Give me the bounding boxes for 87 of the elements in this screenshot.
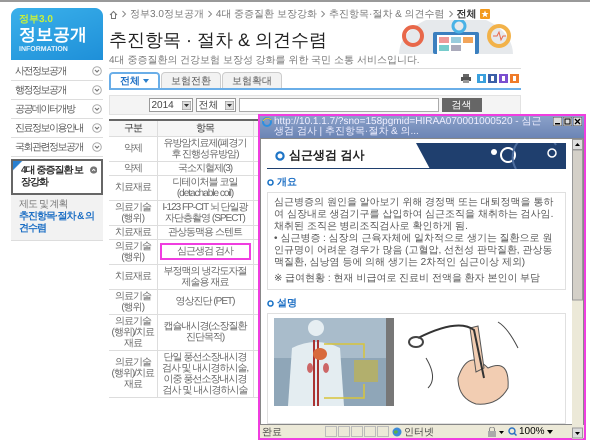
status-bar-pane <box>377 426 389 437</box>
sidebar-item[interactable]: 행정정보공개 <box>11 81 103 100</box>
table-cell: 의료기술(행위)/치료재료 <box>111 316 154 348</box>
star-icon[interactable] <box>480 9 490 19</box>
table-cell[interactable]: 심근생검 검사 <box>160 243 250 260</box>
sidebar-item[interactable]: 진료정보이용안내 <box>11 119 103 138</box>
security-zone-label: 인터넷 <box>404 426 434 438</box>
status-text: 완료 <box>262 426 283 438</box>
status-bar-pane <box>338 426 350 437</box>
chevron-down-icon[interactable] <box>92 123 102 133</box>
table-cell[interactable]: 디테이처블 코일 (detachable coil) <box>160 176 250 198</box>
search-field[interactable] <box>238 98 438 112</box>
chevron-right-icon[interactable] <box>206 10 213 18</box>
tab[interactable]: 보험확대 <box>222 72 282 88</box>
zoom-button[interactable]: 100% <box>508 426 553 437</box>
maximize-icon[interactable] <box>563 117 572 126</box>
chevron-down-icon[interactable] <box>92 104 102 114</box>
table-cell-text: 의료기술(행위) <box>114 290 152 312</box>
scroll-bar[interactable] <box>572 139 583 439</box>
table-cell-text: 의료기술(행위) <box>114 202 152 224</box>
dropdown-arrow-icon[interactable] <box>224 100 234 110</box>
sidebar-item[interactable]: 공공데이터개방 <box>11 100 103 119</box>
sidebar-active-item[interactable]: 4대 중증질환 보장강화 <box>11 159 103 195</box>
table-cell[interactable]: 국소지혈제(3) <box>160 162 250 174</box>
chevron-down-icon[interactable] <box>92 66 102 76</box>
close-icon[interactable] <box>573 117 582 126</box>
caret-icon[interactable] <box>546 430 553 434</box>
dropdown-arrow-icon[interactable] <box>182 100 190 110</box>
breadcrumb-link[interactable]: 4대 중증질환 보장강화 <box>216 7 318 21</box>
sidebar-item-label: 4대 중증질환 보장강화 <box>21 165 84 189</box>
paragraph: 심근병증의 원인을 알아보기 위해 경정맥 또는 대퇴정맥을 통하여 심장내로 생검기구를 삽입하여 심근조직을 채취하는 검사임. 채취된 조직은 병리조직검사로 확인하게 됨. <box>274 197 554 233</box>
globe-icon[interactable] <box>392 426 402 436</box>
table-cell-text: 치료재료 <box>114 182 152 193</box>
search-button[interactable]: 검색 <box>442 98 482 112</box>
table-cell[interactable]: I-123 FP-CIT 뇌 단일광자단층촬영 (SPECT) <box>160 202 250 224</box>
submenu-item[interactable]: 제도 및 계획 <box>19 199 99 211</box>
chevron-right-icon[interactable] <box>448 10 454 18</box>
dropdown[interactable]: 전체 <box>196 98 236 112</box>
breadcrumb-link[interactable]: 전체 <box>456 7 477 21</box>
table-cell-text: 약제 <box>122 143 143 154</box>
logo-badge-text: 정부3.0 <box>19 14 54 25</box>
table-cell[interactable]: 캡슐내시경(소장질환 진단목적) <box>160 321 250 343</box>
lock-icon[interactable] <box>487 426 505 436</box>
breadcrumb-link[interactable]: 정부3.0정보공개 <box>130 7 204 21</box>
table-cell[interactable]: 부정맥의 냉각도자절제술용 재료 <box>160 266 250 288</box>
print-icon[interactable] <box>461 74 471 83</box>
submenu-item[interactable]: 추진항목·절차 & 의견수렴 <box>19 211 99 235</box>
status-bar-pane <box>364 426 376 437</box>
page-title: 추진항목 · 절차 & 의견수렴 <box>109 29 328 51</box>
page-subtitle: 4대 중증질환의 건강보험 보장성 강화를 위한 국민 소통 서비스입니다. <box>109 54 521 69</box>
chevron-right-icon[interactable] <box>320 10 326 18</box>
table-cell: 의료기술(행위)/치료재료 <box>111 357 154 390</box>
magnifier-icon[interactable] <box>508 427 517 436</box>
ring-icon[interactable] <box>267 178 274 186</box>
sidebar-item[interactable]: 사전정보공개 <box>11 62 103 81</box>
breadcrumb-link[interactable]: 추진항목·절차 & 의견수렴 <box>329 7 445 21</box>
chevron-up-icon[interactable] <box>90 165 97 175</box>
minimize-icon[interactable] <box>553 117 562 126</box>
ring-icon[interactable] <box>275 150 285 160</box>
status-bar-pane <box>351 426 363 437</box>
logo-title: 정보공개 <box>19 25 88 45</box>
ring-icon[interactable] <box>267 300 274 306</box>
status-bar-pane <box>325 426 337 437</box>
table-cell[interactable]: 단일 풍선소장내시경 검사 및 내시경하시술, 이중 풍선소장내시경 검사 및 내시경하시술 <box>160 352 250 396</box>
paragraph: ※ 급여현황 : 현재 비급여로 진료비 전액을 환자 본인이 부담 <box>274 273 542 285</box>
column-header: 항목 <box>157 120 253 136</box>
section-heading: 개요 <box>277 176 297 189</box>
column-header: 구분 <box>109 120 157 136</box>
chevron-down-icon[interactable] <box>92 142 102 152</box>
table-cell[interactable]: 유방암치료제(폐경기 후 진행성유방암) <box>160 138 250 160</box>
paragraph: • 심근병증 : 심장의 근육자체에 일차적으로 생기는 질환으로 원인규명이 어려운 경우가 많음 (고혈압, 선천성 판막질환, 관상동맥질환, 심낭염 등에 의해 생기는 2차적인 심근이상 제외) <box>274 233 554 269</box>
table-cell-text: 치료재료 <box>114 271 152 282</box>
window-title: http://10.1.1.7/?sno=158pgmid=HIRAA070001000520 - 심근생검 검사 | 추진항목·절차 & 의... <box>274 117 542 137</box>
tab[interactable]: 전체 <box>109 72 160 88</box>
tab[interactable]: 보험전환 <box>161 72 221 88</box>
chevron-down-icon[interactable] <box>92 85 102 95</box>
table-cell[interactable]: 관상동맥용 스텐트 <box>160 226 250 238</box>
popup-heading: 심근생검 검사 <box>289 147 364 164</box>
sidebar-item[interactable]: 국회관련정보공개 <box>11 138 103 157</box>
table-cell-text: 약제 <box>122 162 143 174</box>
table-cell-text: 의료기술(행위) <box>114 240 152 262</box>
dropdown[interactable]: 2014 <box>148 98 192 112</box>
chevron-right-icon[interactable] <box>121 10 127 18</box>
home-icon[interactable] <box>109 10 118 18</box>
table-cell[interactable]: 영상진단 (PET) <box>160 296 250 307</box>
table-cell-text: 치료재료 <box>114 226 152 238</box>
section-heading: 설명 <box>277 297 297 310</box>
